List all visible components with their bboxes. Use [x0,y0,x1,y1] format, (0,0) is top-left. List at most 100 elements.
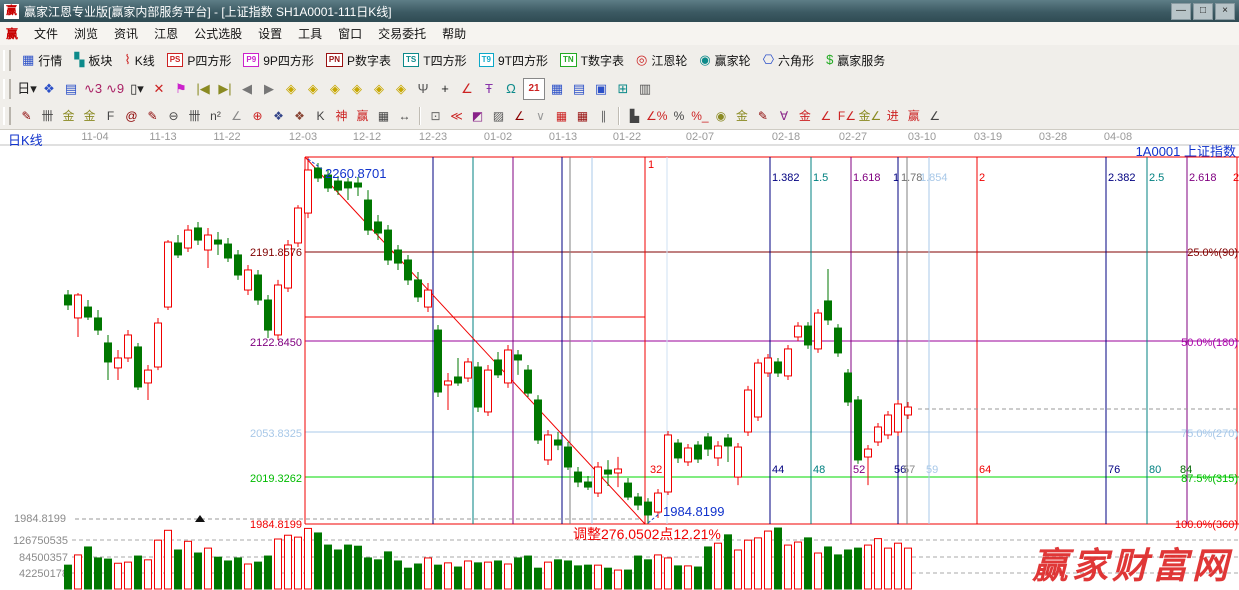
jin-angle-icon[interactable]: 进 [883,107,902,125]
ying-angle-icon[interactable]: 赢 [904,107,923,125]
angle-measure-icon[interactable]: ∠ [457,79,477,99]
zoom-region-icon[interactable]: ✕ [149,79,169,99]
report-icon[interactable]: ▤ [569,79,589,99]
gold-red-icon[interactable]: 金 [795,107,814,125]
pencil-icon[interactable]: ✎ [17,107,36,125]
ying-icon[interactable]: 赢 [353,107,372,125]
diamond-grid-icon[interactable]: ◈ [391,79,411,99]
toolbar-button-T数字表[interactable]: TNT数字表 [554,50,630,71]
diamond-compress-icon[interactable]: ◈ [347,79,367,99]
toolbar-grip[interactable] [3,79,11,99]
prev-icon[interactable]: ◀ [237,79,257,99]
trend-angle-icon[interactable]: ∠ [816,107,835,125]
circle-rule-icon[interactable]: ⊖ [164,107,183,125]
angle-gray-icon[interactable]: ∠ [227,107,246,125]
toolbar-button-P数字表[interactable]: PNP数字表 [320,50,397,71]
web-blue-icon[interactable]: ❖ [269,107,288,125]
percent-line-icon[interactable]: %_ [690,107,709,125]
toolbar-button-T四方形[interactable]: TST四方形 [397,50,473,71]
print-icon[interactable]: ▥ [635,79,655,99]
toolbar-button-板块[interactable]: ▚板块 [68,50,118,71]
period-day-dropdown[interactable]: 日▾ [17,79,37,99]
menu-item-浏览[interactable]: 浏览 [66,23,106,44]
h-expand-icon[interactable]: ↔ [395,107,414,125]
toolbar-button-行情[interactable]: ▦行情 [16,50,68,71]
spiral-icon[interactable]: @ [122,107,141,125]
pencil2-icon[interactable]: ✎ [143,107,162,125]
toolbar-grip[interactable] [3,107,11,125]
n2-icon[interactable]: n² [206,107,225,125]
parallel-lines-icon[interactable]: ∥ [594,107,613,125]
last-page-icon[interactable]: ▶| [215,79,235,99]
grid-darkred-icon[interactable]: ▦ [573,107,592,125]
gold-angle-icon[interactable]: 金∠ [858,107,881,125]
info-list-icon[interactable]: ▤ [61,79,81,99]
hand-drag-icon[interactable]: Ψ [413,79,433,99]
toolbar-button-赢家服务[interactable]: $赢家服务 [820,50,891,71]
diamond-left-icon[interactable]: ◈ [303,79,323,99]
save-icon[interactable]: ▣ [591,79,611,99]
crosshair-icon[interactable]: + [435,79,455,99]
shen-icon[interactable]: 神 [332,107,351,125]
candle-style-dropdown[interactable]: ▯▾ [127,79,147,99]
menu-item-交易委托[interactable]: 交易委托 [370,23,434,44]
menu-item-江恩[interactable]: 江恩 [146,23,186,44]
gold-grid-icon[interactable]: 金 [59,107,78,125]
select-box-icon[interactable]: ⊡ [426,107,445,125]
color-chart-icon[interactable]: ⚑ [171,79,191,99]
toolbar-button-江恩轮[interactable]: ◎江恩轮 [630,50,693,71]
web-square-icon[interactable]: ▨ [489,107,508,125]
comb2-icon[interactable]: 卌 [185,107,204,125]
k-mark-icon[interactable]: K [311,107,330,125]
next-icon[interactable]: ▶ [259,79,279,99]
maximize-button[interactable]: □ [1193,3,1213,20]
toolbar-button-六角形[interactable]: ⎔六角形 [757,50,820,71]
circle-cross-icon[interactable]: ⊕ [248,107,267,125]
toolbar-button-9T四方形[interactable]: T99T四方形 [473,50,554,71]
calculator-icon[interactable]: ▦ [547,79,567,99]
minimize-button[interactable]: — [1171,3,1191,20]
bars-icon[interactable]: ▙ [625,107,644,125]
f-angle-icon[interactable]: F∠ [837,107,856,125]
gold-circle-icon[interactable]: ◉ [711,107,730,125]
menu-item-资讯[interactable]: 资讯 [106,23,146,44]
angle-red-icon[interactable]: ∠ [510,107,529,125]
grid-red-icon[interactable]: ▦ [552,107,571,125]
menu-item-设置[interactable]: 设置 [250,23,290,44]
gold-line-icon[interactable]: 金 [732,107,751,125]
toolbar-button-K线[interactable]: ⌇K线 [118,50,160,71]
diamond-expand-icon[interactable]: ◈ [325,79,345,99]
fan-lines-icon[interactable]: ≪ [447,107,466,125]
fan-square-icon[interactable]: ◩ [468,107,487,125]
close-button[interactable]: × [1215,3,1235,20]
chart-9-icon[interactable]: ∿9 [105,79,125,99]
calendar-21-icon[interactable]: 21 [523,78,545,100]
percent-angle-icon[interactable]: ∠% [646,107,667,125]
zigzag-icon[interactable]: ∨ [531,107,550,125]
network-icon[interactable]: ❖ [39,79,59,99]
wave-icon[interactable]: ∀ [774,107,793,125]
menu-item-窗口[interactable]: 窗口 [330,23,370,44]
diamond-center-icon[interactable]: ◈ [369,79,389,99]
comb-grid-icon[interactable]: 卌 [38,107,57,125]
menu-item-文件[interactable]: 文件 [26,23,66,44]
toolbar-button-9P四方形[interactable]: P99P四方形 [237,50,319,71]
toolbar-button-P四方形[interactable]: PSP四方形 [161,50,238,71]
cycle-tool-icon[interactable]: Ω [501,79,521,99]
web-red-icon[interactable]: ❖ [290,107,309,125]
menu-item-工具[interactable]: 工具 [290,23,330,44]
pencil-angle-icon[interactable]: ✎ [753,107,772,125]
percent-icon[interactable]: % [669,107,688,125]
grid-123-icon[interactable]: ▦ [374,107,393,125]
diamond-right-icon[interactable]: ◈ [281,79,301,99]
remote-data-icon[interactable]: ⊞ [613,79,633,99]
first-page-icon[interactable]: |◀ [193,79,213,99]
menu-item-帮助[interactable]: 帮助 [434,23,474,44]
menu-item-公式选股[interactable]: 公式选股 [186,23,250,44]
f-grid-icon[interactable]: F [101,107,120,125]
pattern-tool-icon[interactable]: Ŧ [479,79,499,99]
angle2-icon[interactable]: ∠ [925,107,944,125]
toolbar-grip[interactable] [3,50,11,71]
toolbar-button-赢家轮[interactable]: ◉赢家轮 [693,50,756,71]
gold-grid2-icon[interactable]: 金 [80,107,99,125]
